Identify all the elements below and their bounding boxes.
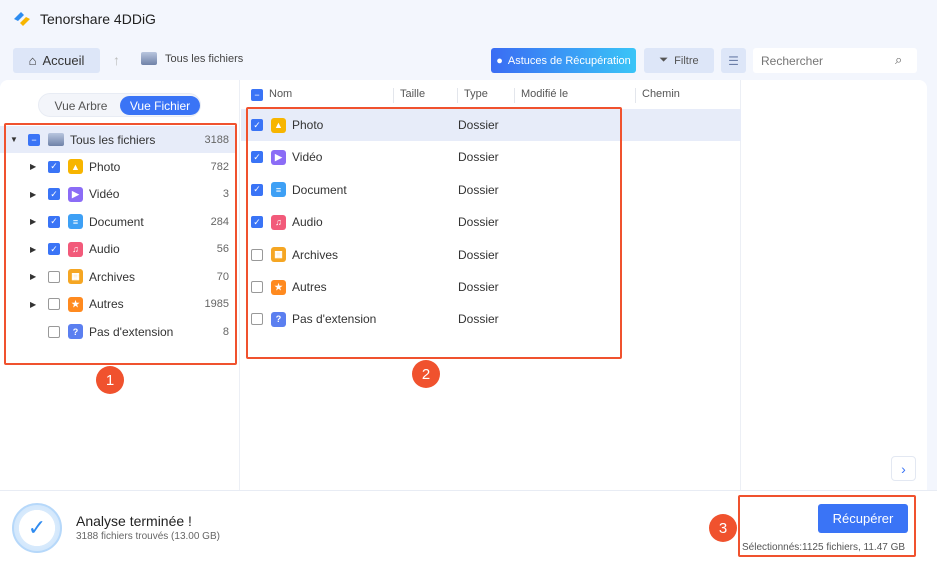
drive-icon (141, 52, 157, 65)
col-modified[interactable]: Modifié le (514, 88, 568, 103)
filter-label: Filtre (674, 55, 698, 67)
search-input[interactable] (753, 48, 917, 73)
search-icon[interactable]: ⌕ (895, 52, 902, 68)
view-toggle: Vue Arbre Vue Fichier (38, 93, 201, 117)
home-icon: ⌂ (29, 53, 37, 68)
app-logo-icon (12, 10, 32, 28)
annotation-badge-2: 2 (412, 360, 440, 388)
col-size[interactable]: Taille (393, 88, 425, 103)
breadcrumb-label: Tous les fichiers (165, 53, 243, 65)
home-label: Accueil (42, 53, 84, 68)
status-title: Analyse terminée ! (76, 513, 192, 529)
robot-icon: ● (496, 55, 503, 67)
app-title-bar: Tenorshare 4DDiG (12, 10, 156, 28)
annotation-badge-1: 1 (96, 366, 124, 394)
breadcrumb[interactable]: Tous les fichiers (141, 52, 243, 65)
highlight-box-1 (4, 123, 237, 365)
col-name[interactable]: Nom (263, 88, 292, 103)
tips-label: Astuces de Récupération (508, 55, 631, 67)
col-type[interactable]: Type (457, 88, 488, 103)
list-icon: ☰ (728, 54, 739, 68)
selection-summary: Sélectionnés:1125 fichiers, 11.47 GB (742, 542, 905, 553)
up-arrow-icon[interactable]: ↑ (113, 52, 120, 68)
col-path[interactable]: Chemin (635, 88, 680, 103)
scan-complete-icon: ✓ (12, 503, 62, 553)
select-all-checkbox[interactable]: − (251, 89, 263, 101)
file-view-tab[interactable]: Vue Fichier (120, 96, 200, 115)
tree-view-tab[interactable]: Vue Arbre (43, 96, 119, 115)
list-view-button[interactable]: ☰ (721, 48, 746, 73)
highlight-box-2 (246, 107, 622, 359)
annotation-badge-3: 3 (709, 514, 737, 542)
filter-button[interactable]: ⏷ Filtre (644, 48, 714, 73)
recovery-tips-button[interactable]: ● Astuces de Récupération (491, 48, 636, 73)
expand-right-button[interactable]: › (891, 456, 916, 481)
recover-button[interactable]: Récupérer (818, 504, 908, 533)
status-subtitle: 3188 fichiers trouvés (13.00 GB) (76, 531, 220, 542)
app-title: Tenorshare 4DDiG (40, 11, 156, 27)
filter-icon: ⏷ (659, 54, 668, 67)
chevron-right-icon: › (901, 461, 906, 477)
home-button[interactable]: ⌂ Accueil (13, 48, 100, 73)
